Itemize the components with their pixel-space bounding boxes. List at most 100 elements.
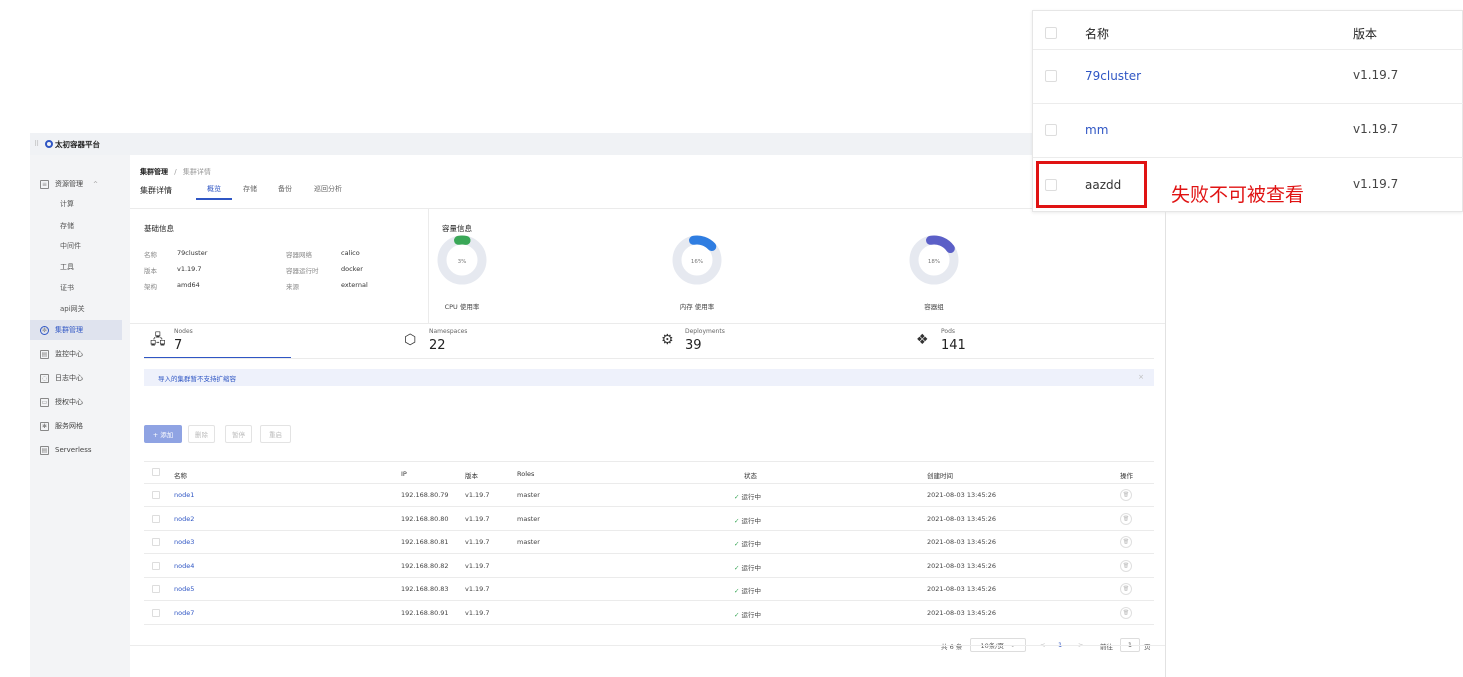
tab-storage[interactable]: 存储: [243, 184, 257, 194]
row-divider: [1033, 49, 1463, 50]
sidebar-item-0[interactable]: ≡ 资源管理 ^: [30, 174, 122, 194]
nodes-icon: 🖧: [150, 332, 166, 348]
breadcrumb-separator: /: [174, 168, 177, 176]
node-ip: 192.168.80.82: [401, 561, 449, 570]
row-divider: [144, 600, 1154, 602]
breadcrumb-root[interactable]: 集群管理: [140, 168, 168, 176]
delete-row-icon[interactable]: 🗑: [1120, 607, 1132, 619]
col-actions: 操作: [1120, 472, 1133, 480]
cluster-version: v1.19.7: [1353, 122, 1399, 136]
cluster-link[interactable]: mm: [1085, 123, 1108, 137]
row-checkbox[interactable]: [152, 609, 160, 617]
page-unit: 页: [1144, 643, 1151, 651]
bell-icon: ◌: [40, 373, 49, 383]
basic-info-title: 基础信息: [144, 224, 174, 233]
select-all-checkbox[interactable]: [152, 468, 160, 476]
tab-inspection[interactable]: 巡回分析: [314, 184, 342, 194]
chevron-up-icon: ^: [93, 180, 99, 188]
node-status: ✓ 运行中: [734, 538, 761, 548]
cluster-icon: ✻: [40, 325, 49, 335]
sidebar-item-8[interactable]: ▤ 监控中心: [30, 344, 122, 364]
close-icon[interactable]: ×: [1138, 373, 1144, 381]
stat-pods-label: Pods: [941, 328, 956, 335]
sidebar-item-label: 授权中心: [55, 398, 83, 406]
field-label-arch: 架构: [144, 283, 157, 291]
node-roles: master: [517, 538, 540, 547]
stat-deployments-label: Deployments: [685, 328, 725, 335]
row-checkbox[interactable]: [152, 561, 160, 570]
row-divider: [144, 506, 1154, 507]
sidebar-item-label: 集群管理: [55, 326, 83, 334]
sidebar-item-7[interactable]: ✻ 集群管理: [30, 320, 122, 340]
sidebar-item-5[interactable]: 证书: [30, 278, 122, 298]
node-roles: master: [517, 514, 540, 523]
node-roles: master: [517, 491, 540, 499]
divider: [130, 323, 1165, 324]
delete-row-icon[interactable]: 🗑: [1120, 512, 1132, 525]
row-checkbox[interactable]: [152, 491, 160, 499]
check-icon: ✓: [734, 540, 740, 549]
node-name-link[interactable]: node7: [174, 609, 194, 617]
uncordon-button[interactable]: 重启: [260, 425, 291, 443]
node-status: ✓ 运行中: [734, 562, 761, 572]
node-name-link[interactable]: node3: [174, 538, 194, 546]
select-all-checkbox[interactable]: [1045, 27, 1057, 39]
breadcrumb: 集群管理 / 集群详情: [140, 167, 211, 177]
failed-cluster-highlight-box: [1036, 161, 1147, 208]
field-label-runtime: 容器运行时: [286, 267, 319, 275]
delete-row-icon[interactable]: 🗑: [1120, 559, 1132, 572]
delete-row-icon[interactable]: 🗑: [1120, 489, 1132, 501]
node-created-time: 2021-08-03 13:45:26: [927, 585, 997, 594]
node-status: ✓ 运行中: [734, 609, 761, 619]
tab-backup[interactable]: 备份: [278, 184, 292, 194]
field-value-runtime: docker: [341, 265, 363, 273]
sidebar-item-1[interactable]: 计算: [30, 194, 122, 214]
sidebar-item-4[interactable]: 工具: [30, 257, 122, 277]
field-value-name: 79cluster: [177, 249, 208, 257]
sidebar-item-6[interactable]: api网关: [30, 299, 122, 319]
donut-chart-0: 3%: [437, 235, 487, 285]
node-ip: 192.168.80.79: [401, 491, 449, 499]
app-title: 太初容器平台: [55, 139, 100, 149]
row-checkbox[interactable]: [1045, 70, 1057, 82]
row-checkbox[interactable]: [152, 538, 160, 547]
sidebar-item-2[interactable]: 存储: [30, 216, 122, 236]
node-version: v1.19.7: [465, 609, 490, 617]
node-name-link[interactable]: node4: [174, 562, 194, 570]
sidebar-item-9[interactable]: ◌ 日志中心: [30, 368, 122, 388]
sidebar-item-10[interactable]: ▭ 授权中心: [30, 392, 122, 412]
cluster-link[interactable]: 79cluster: [1085, 69, 1141, 83]
donut-percentage: 16%: [691, 259, 703, 265]
row-checkbox[interactable]: [152, 514, 160, 523]
serverless-icon: ▤: [40, 445, 49, 455]
stat-deployments-value: 39: [685, 338, 702, 353]
annotation-text: 失败不可被查看: [1171, 184, 1305, 206]
node-ip: 192.168.80.83: [401, 585, 449, 594]
stat-namespaces-value: 22: [429, 338, 446, 353]
app-window: ⠿ 太初容器平台 ≡ 资源管理 ^ 计算 存储 中间件 工具 证书 api网关 ✻ 集群管理 ▤ 监控中…: [30, 133, 1165, 677]
tab-overview[interactable]: 概览: [207, 184, 221, 194]
row-checkbox[interactable]: [1045, 124, 1057, 136]
sidebar-item-3[interactable]: 中间件: [30, 236, 122, 256]
node-name-link[interactable]: node5: [174, 585, 194, 593]
add-button[interactable]: + 添加: [144, 425, 182, 443]
delete-row-icon[interactable]: 🗑: [1120, 583, 1132, 596]
cordon-button[interactable]: 暂停: [225, 425, 252, 443]
cluster-detail-content: 集群管理 / 集群详情 集群详情 概览 存储 备份 巡回分析 基础信息 名称 7…: [130, 155, 1165, 677]
sidebar-item-12[interactable]: ▤ Serverless: [30, 440, 122, 460]
field-label-source: 来源: [286, 283, 299, 291]
status-text: 运行中: [741, 563, 761, 572]
app-grid-icon[interactable]: ⠿: [34, 140, 41, 148]
delete-button[interactable]: 删除: [188, 425, 215, 443]
node-name-link[interactable]: node2: [174, 515, 194, 523]
donut-percentage: 18%: [928, 259, 940, 265]
divider: [144, 358, 1154, 359]
row-divider: [1033, 103, 1463, 104]
row-checkbox[interactable]: [152, 585, 160, 594]
cluster-version: v1.19.7: [1353, 177, 1399, 191]
stat-nodes-value: 7: [174, 338, 183, 353]
delete-row-icon[interactable]: 🗑: [1120, 536, 1132, 549]
sidebar-item-11[interactable]: ✱ 服务网格: [30, 416, 122, 436]
row-divider: [144, 624, 1154, 625]
node-name-link[interactable]: node1: [174, 491, 194, 499]
